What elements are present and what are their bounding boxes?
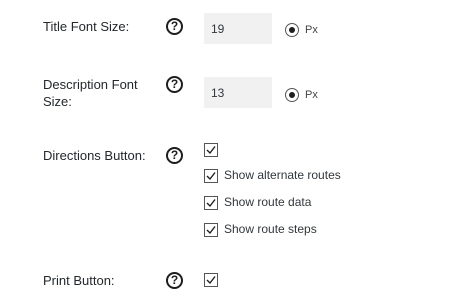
description-font-size-px-radio[interactable] <box>285 88 299 102</box>
print-button-checkbox[interactable] <box>204 273 218 287</box>
show-route-steps-label: Show route steps <box>224 222 317 236</box>
checkmark-icon <box>206 276 216 285</box>
title-font-size-px-radio[interactable] <box>285 23 299 37</box>
title-font-size-help-icon[interactable]: ? <box>166 18 183 35</box>
show-route-data-checkbox[interactable] <box>204 196 218 210</box>
checkmark-icon <box>206 172 216 181</box>
description-font-size-unit-label: Px <box>305 89 318 101</box>
title-font-size-input[interactable] <box>204 13 272 44</box>
directions-button-help-icon[interactable]: ? <box>166 147 183 164</box>
print-button-label: Print Button: <box>43 273 115 288</box>
show-alternate-routes-label: Show alternate routes <box>224 168 341 182</box>
directions-button-checkbox[interactable] <box>204 143 218 157</box>
title-font-size-label: Title Font Size: <box>43 19 130 34</box>
settings-panel: Title Font Size: ? Px Description Font S… <box>0 0 474 301</box>
checkmark-icon <box>206 199 216 208</box>
directions-button-label: Directions Button: <box>43 148 146 163</box>
title-font-size-unit-label: Px <box>305 24 318 36</box>
checkmark-icon <box>206 226 216 235</box>
description-font-size-label: Description Font Size: <box>43 77 138 109</box>
print-button-help-icon[interactable]: ? <box>166 272 183 289</box>
description-font-size-help-icon[interactable]: ? <box>166 76 183 93</box>
checkmark-icon <box>206 146 216 155</box>
description-font-size-input[interactable] <box>204 77 272 108</box>
show-route-data-label: Show route data <box>224 195 312 209</box>
show-alternate-routes-checkbox[interactable] <box>204 169 218 183</box>
show-route-steps-checkbox[interactable] <box>204 223 218 237</box>
